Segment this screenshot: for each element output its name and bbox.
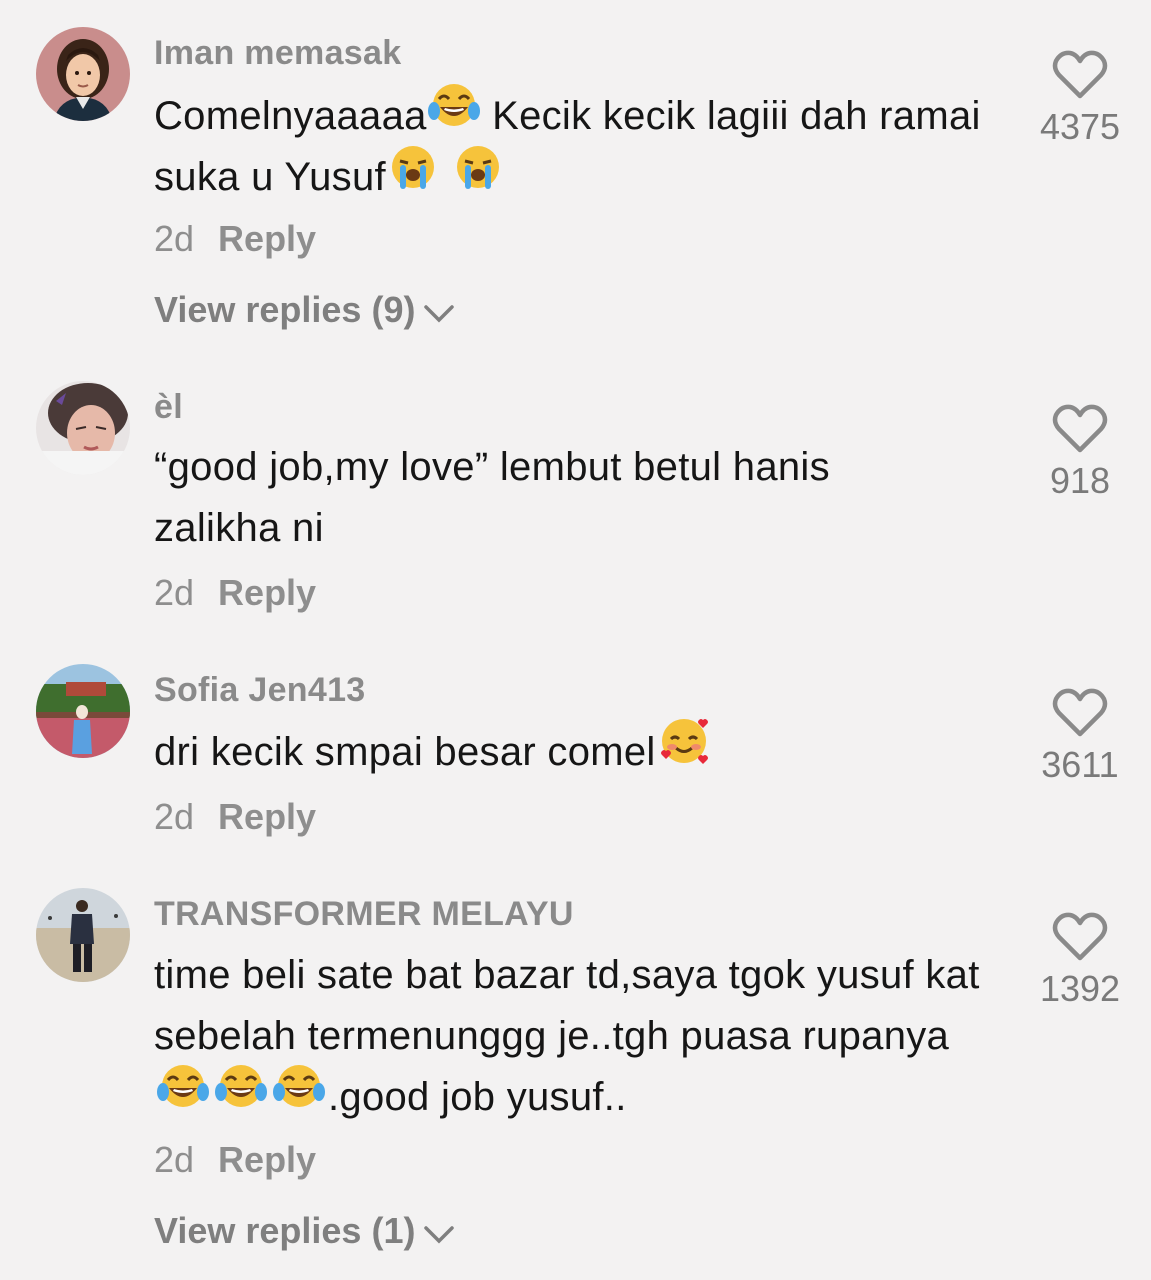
reply-button[interactable]: Reply [218, 796, 316, 837]
comment-username[interactable]: èl [154, 388, 183, 427]
like-button[interactable]: 1392 [1020, 912, 1140, 1010]
comment-meta: 2d Reply [154, 796, 316, 838]
like-count: 4375 [1039, 106, 1121, 147]
comment-text-segment: dri kecik smpai besar comel [154, 730, 656, 774]
heart-icon [1020, 912, 1140, 962]
like-button[interactable]: 3611 [1020, 688, 1140, 786]
chevron-down-icon [423, 1212, 455, 1254]
like-count: 1392 [1039, 968, 1121, 1009]
comment-text: time beli sate bat bazar td,saya tgok yu… [154, 945, 984, 1128]
face-with-tears-of-joy-icon [154, 1062, 212, 1128]
smiling-face-with-hearts-icon [656, 715, 712, 785]
comment-meta: 2d Reply [154, 572, 316, 614]
like-button[interactable]: 4375 [1020, 50, 1140, 148]
like-button[interactable]: 918 [1020, 404, 1140, 502]
face-with-tears-of-joy-icon [212, 1062, 270, 1128]
like-count: 3611 [1041, 744, 1119, 785]
comment-text-segment: .good job yusuf.. [328, 1075, 627, 1119]
heart-icon [1020, 688, 1140, 738]
chevron-down-icon [423, 291, 455, 333]
comment-text-segment [440, 155, 451, 199]
avatar[interactable] [36, 888, 130, 982]
heart-icon [1020, 50, 1140, 100]
face-with-tears-of-joy-icon [270, 1062, 328, 1128]
face-with-tears-of-joy-icon [427, 81, 481, 147]
loudly-crying-face-icon [386, 143, 440, 209]
avatar[interactable] [36, 27, 130, 121]
view-replies-button[interactable]: View replies (9) [154, 289, 455, 333]
comment-text: “good job,my love” lembut betul hanis za… [154, 445, 830, 550]
avatar[interactable] [36, 664, 130, 758]
comment-meta: 2d Reply [154, 218, 316, 260]
view-replies-label: View replies (9) [154, 289, 416, 330]
comment-username[interactable]: Sofia Jen413 [154, 671, 366, 710]
view-replies-button[interactable]: View replies (1) [154, 1210, 455, 1254]
comment-username[interactable]: TRANSFORMER MELAYU [154, 895, 574, 934]
comment-text: dri kecik smpai besar comel [154, 719, 984, 785]
comment-time: 2d [154, 572, 195, 613]
avatar[interactable] [36, 381, 130, 475]
comment-time: 2d [154, 218, 195, 259]
reply-button[interactable]: Reply [218, 1139, 316, 1180]
comment-time: 2d [154, 1139, 195, 1180]
comment-text-segment: Comelnyaaaaa [154, 94, 427, 138]
comment-text: Comelnyaaaaa Kecik kecik lagiii dah rama… [154, 84, 984, 209]
comment-meta: 2d Reply [154, 1139, 316, 1181]
reply-button[interactable]: Reply [218, 572, 316, 613]
comment-username[interactable]: Iman memasak [154, 34, 401, 73]
reply-button[interactable]: Reply [218, 218, 316, 259]
like-count: 918 [1049, 460, 1111, 501]
loudly-crying-face-icon [451, 143, 505, 209]
view-replies-label: View replies (1) [154, 1210, 416, 1251]
comment-time: 2d [154, 796, 195, 837]
comment-text-segment: time beli sate bat bazar td,saya tgok yu… [154, 953, 980, 1058]
heart-icon [1020, 404, 1140, 454]
